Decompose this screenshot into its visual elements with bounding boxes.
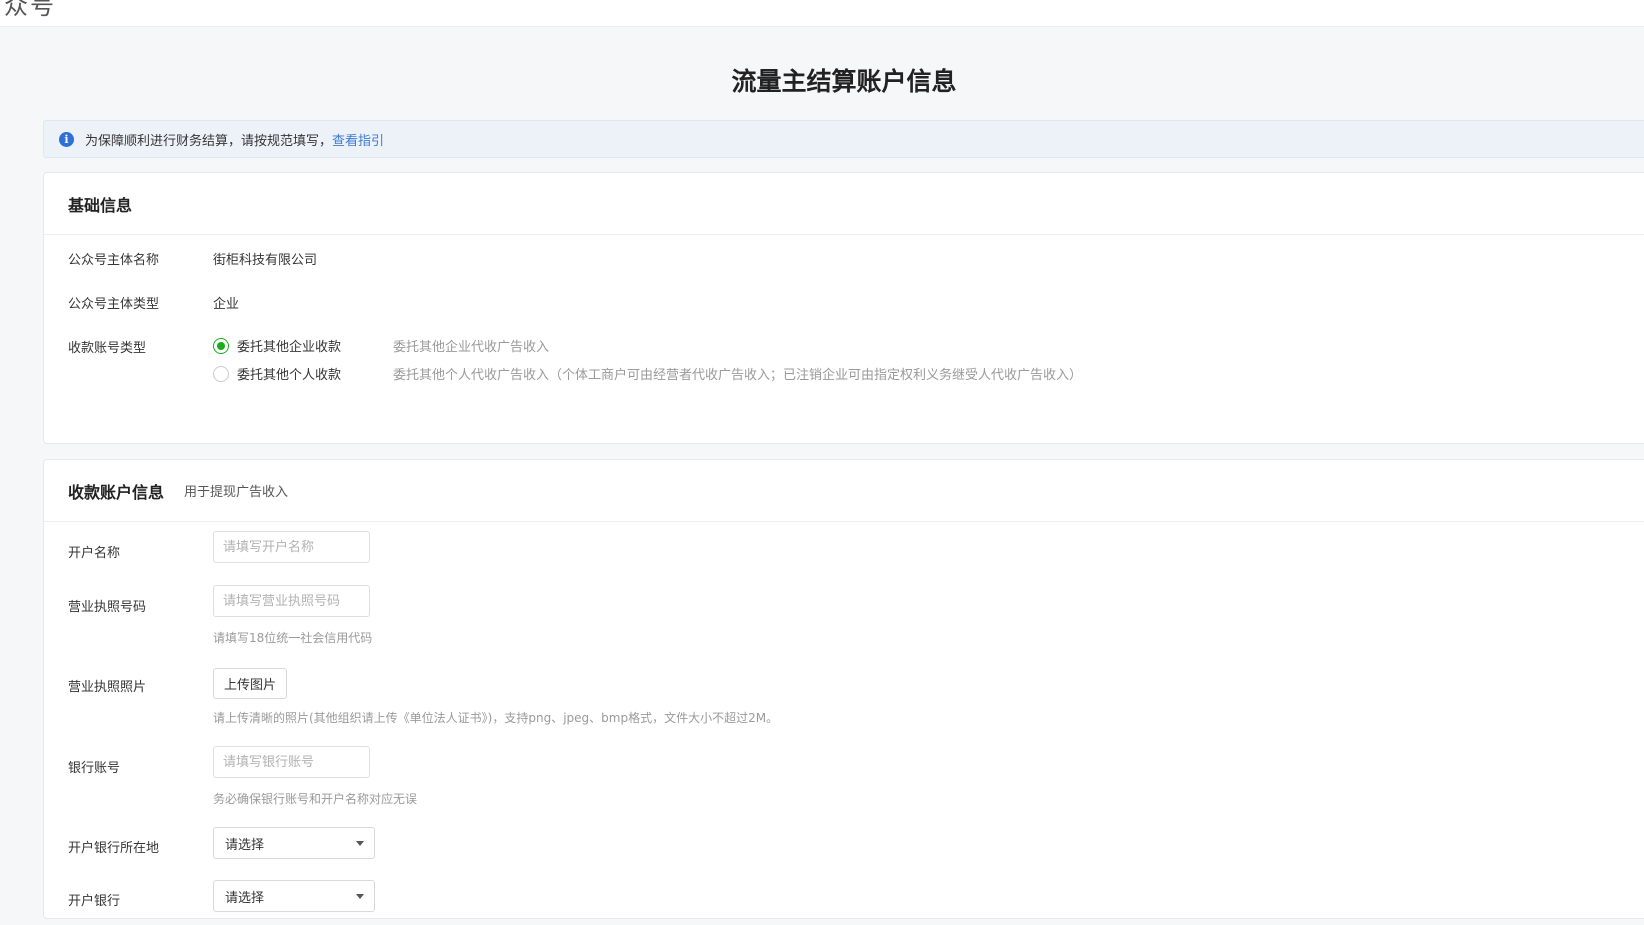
basic-info-header: 基础信息 — [44, 173, 1644, 235]
account-name-row: 开户名称 — [68, 531, 1628, 577]
radio-option-company[interactable]: 委托其他企业收款 委托其他企业代收广告收入 — [213, 336, 549, 355]
license-no-row: 营业执照号码 请填写18位统一社会信用代码 — [68, 585, 1628, 651]
account-type-row: 收款账号类型 委托其他企业收款 委托其他企业代收广告收入 委托其他个人收款 委托… — [68, 337, 1628, 397]
top-bar: 众号 — [0, 0, 1644, 27]
license-no-input[interactable] — [213, 585, 370, 617]
bank-label: 开户银行 — [68, 894, 121, 909]
bank-select[interactable]: 请选择 — [213, 880, 375, 912]
radio-option-label[interactable]: 委托其他企业收款 — [237, 336, 393, 355]
license-photo-row: 营业执照照片 上传图片 请上传清晰的照片(其他组织请上传《单位法人证书》)，支持… — [68, 668, 1628, 731]
notice-text: 为保障顺利进行财务结算，请按规范填写， — [85, 133, 333, 149]
chevron-down-icon — [356, 894, 364, 899]
radio-button[interactable] — [213, 365, 229, 382]
license-no-hint: 请填写18位统一社会信用代码 — [213, 631, 373, 645]
radio-option-desc: 委托其他企业代收广告收入 — [393, 340, 550, 355]
radio-button-checked[interactable] — [213, 337, 229, 354]
notice-banner: i 为保障顺利进行财务结算，请按规范填写， 查看指引 — [43, 120, 1644, 158]
entity-type-value: 企业 — [213, 297, 240, 312]
chevron-down-icon — [356, 841, 364, 846]
account-name-label: 开户名称 — [68, 546, 121, 561]
account-info-card: 收款账户信息 用于提现广告收入 开户名称 营业执照号码 请填写18位统一社会信用… — [43, 459, 1644, 919]
license-photo-label: 营业执照照片 — [68, 680, 147, 695]
license-no-label: 营业执照号码 — [68, 600, 147, 615]
bank-account-row: 银行账号 务必确保银行账号和开户名称对应无误 — [68, 746, 1628, 812]
bank-location-selected: 请选择 — [225, 837, 265, 853]
info-icon: i — [59, 131, 74, 147]
basic-info-card: 基础信息 公众号主体名称 街柜科技有限公司 公众号主体类型 企业 收款账号类型 … — [43, 172, 1644, 444]
license-photo-hint: 请上传清晰的照片(其他组织请上传《单位法人证书》)，支持png、jpeg、bmp… — [213, 711, 779, 725]
entity-name-value: 街柜科技有限公司 — [213, 253, 318, 268]
bank-location-label: 开户银行所在地 — [68, 841, 160, 856]
bank-location-select[interactable]: 请选择 — [213, 827, 375, 859]
bank-account-input[interactable] — [213, 746, 370, 778]
basic-info-title: 基础信息 — [68, 195, 133, 215]
account-type-label: 收款账号类型 — [68, 341, 147, 356]
bank-row: 开户银行 请选择 — [68, 880, 1628, 925]
account-name-input[interactable] — [213, 531, 370, 563]
topbar-title: 众号 — [4, 0, 56, 20]
radio-option-label[interactable]: 委托其他个人收款 — [237, 364, 393, 383]
page-title: 流量主结算账户信息 — [731, 67, 957, 96]
entity-name-label: 公众号主体名称 — [68, 253, 160, 268]
radio-option-desc: 委托其他个人代收广告收入（个体工商户可由经营者代收广告收入；已注销企业可由指定权… — [393, 368, 1083, 383]
account-info-subtitle: 用于提现广告收入 — [184, 485, 289, 500]
bank-account-label: 银行账号 — [68, 761, 121, 776]
bank-selected: 请选择 — [225, 890, 265, 906]
account-info-title: 收款账户信息 — [68, 482, 165, 502]
entity-type-label: 公众号主体类型 — [68, 297, 160, 312]
bank-account-hint: 务必确保银行账号和开户名称对应无误 — [213, 792, 418, 806]
radio-option-individual[interactable]: 委托其他个人收款 委托其他个人代收广告收入（个体工商户可由经营者代收广告收入；已… — [213, 364, 1082, 383]
account-info-header: 收款账户信息 用于提现广告收入 — [44, 460, 1644, 522]
view-guide-link[interactable]: 查看指引 — [332, 130, 384, 149]
upload-image-button[interactable]: 上传图片 — [213, 668, 287, 699]
bank-location-row: 开户银行所在地 请选择 — [68, 827, 1628, 872]
